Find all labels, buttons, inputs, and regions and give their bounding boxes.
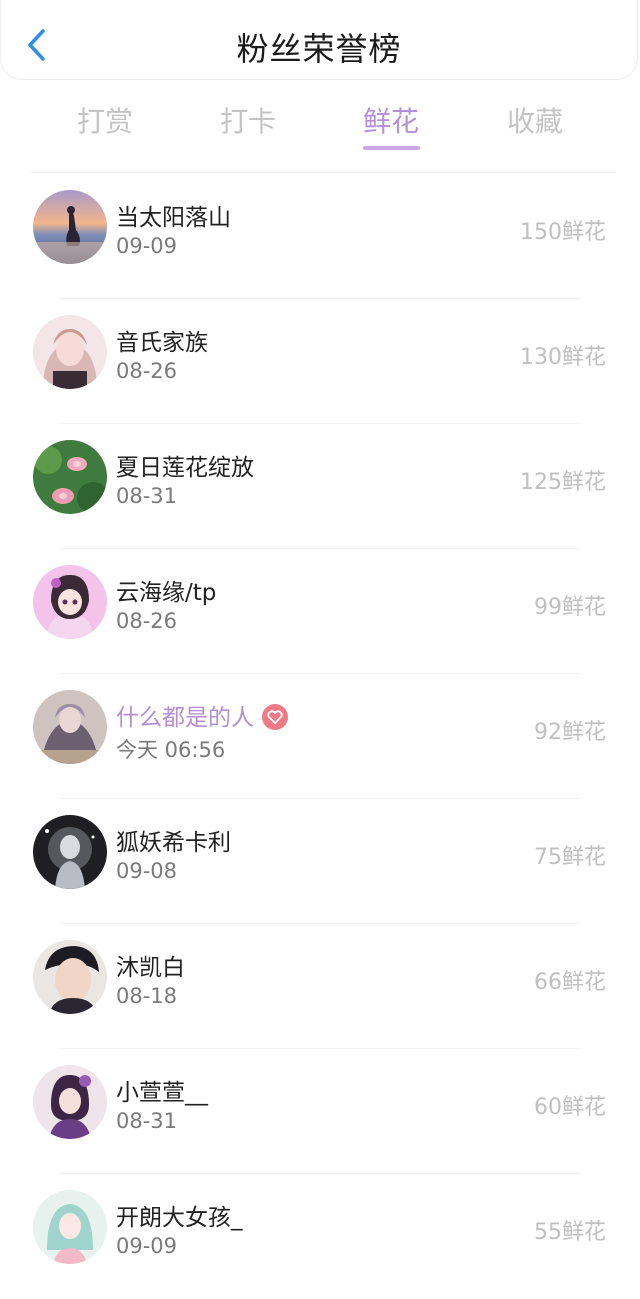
fan-name: 沐凯白 (116, 955, 185, 981)
sunset-beach-avatar[interactable] (33, 190, 107, 264)
fan-date: 08-26 (116, 609, 178, 633)
list-item[interactable]: 夏日莲花绽放 08-31 125鲜花 (0, 424, 640, 549)
flower-count: 75鲜花 (534, 845, 606, 870)
tab-reward[interactable]: 打赏 (45, 100, 165, 140)
flower-count: 150鲜花 (520, 220, 606, 245)
fan-name: 当太阳落山 (116, 205, 231, 231)
fan-date: 09-09 (116, 1234, 178, 1258)
fan-name: 小萱萱__ (116, 1080, 208, 1106)
fox-spirit-avatar[interactable] (33, 815, 107, 889)
list-item[interactable]: 音氏家族 08-26 130鲜花 (0, 299, 640, 424)
fan-name: 开朗大女孩_ (116, 1205, 243, 1231)
fan-date: 今天 06:56 (116, 738, 226, 762)
list-item[interactable]: 狐妖希卡利 09-08 75鲜花 (0, 799, 640, 924)
tab-checkin[interactable]: 打卡 (188, 100, 308, 140)
flower-count: 60鲜花 (534, 1095, 606, 1120)
tab-divider (30, 172, 616, 173)
heart-badge-icon (262, 703, 288, 730)
active-tab-indicator (363, 146, 420, 150)
flower-count: 55鲜花 (534, 1220, 606, 1245)
fan-name: 什么都是的人 (116, 698, 288, 732)
list-item[interactable]: 云海缘/tp 08-26 99鲜花 (0, 549, 640, 674)
lotus-flower-avatar[interactable] (33, 440, 107, 514)
fan-list: 当太阳落山 09-09 150鲜花 音氏家族 08-26 130鲜花 夏日莲花绽… (0, 174, 640, 1299)
teal-girl-avatar[interactable] (33, 1190, 107, 1264)
fan-date: 08-26 (116, 359, 178, 383)
boy-portrait-avatar[interactable] (33, 940, 107, 1014)
flower-count: 99鲜花 (534, 595, 606, 620)
tab-flowers[interactable]: 鲜花 (331, 100, 451, 140)
list-item[interactable]: 当太阳落山 09-09 150鲜花 (0, 174, 640, 299)
flower-count: 125鲜花 (520, 470, 606, 495)
fan-date: 09-08 (116, 859, 178, 883)
fan-name: 云海缘/tp (116, 580, 217, 606)
fan-date: 09-09 (116, 234, 178, 258)
fan-name: 音氏家族 (116, 330, 208, 356)
list-item[interactable]: 开朗大女孩_ 09-09 55鲜花 (0, 1174, 640, 1299)
flower-count: 130鲜花 (520, 345, 606, 370)
anime-girl-avatar[interactable] (33, 315, 107, 389)
tab-favorites[interactable]: 收藏 (475, 100, 595, 140)
fan-date: 08-31 (116, 1109, 178, 1133)
list-item-self[interactable]: 什么都是的人 今天 06:56 92鲜花 (0, 674, 640, 799)
list-item[interactable]: 小萱萱__ 08-31 60鲜花 (0, 1049, 640, 1174)
fan-name: 夏日莲花绽放 (116, 455, 254, 481)
top-bar: 粉丝荣誉榜 (0, 0, 638, 80)
page-title: 粉丝荣誉榜 (236, 30, 402, 68)
chibi-girl-avatar[interactable] (33, 565, 107, 639)
fan-date: 08-18 (116, 984, 178, 1008)
list-item[interactable]: 沐凯白 08-18 66鲜花 (0, 924, 640, 1049)
anime-character-avatar[interactable] (33, 690, 107, 764)
fan-name: 狐妖希卡利 (116, 830, 231, 856)
fan-date: 08-31 (116, 484, 178, 508)
flower-count: 66鲜花 (534, 970, 606, 995)
purple-girl-avatar[interactable] (33, 1065, 107, 1139)
flower-count: 92鲜花 (534, 720, 606, 745)
tab-bar: 打赏 打卡 鲜花 收藏 (0, 90, 640, 160)
